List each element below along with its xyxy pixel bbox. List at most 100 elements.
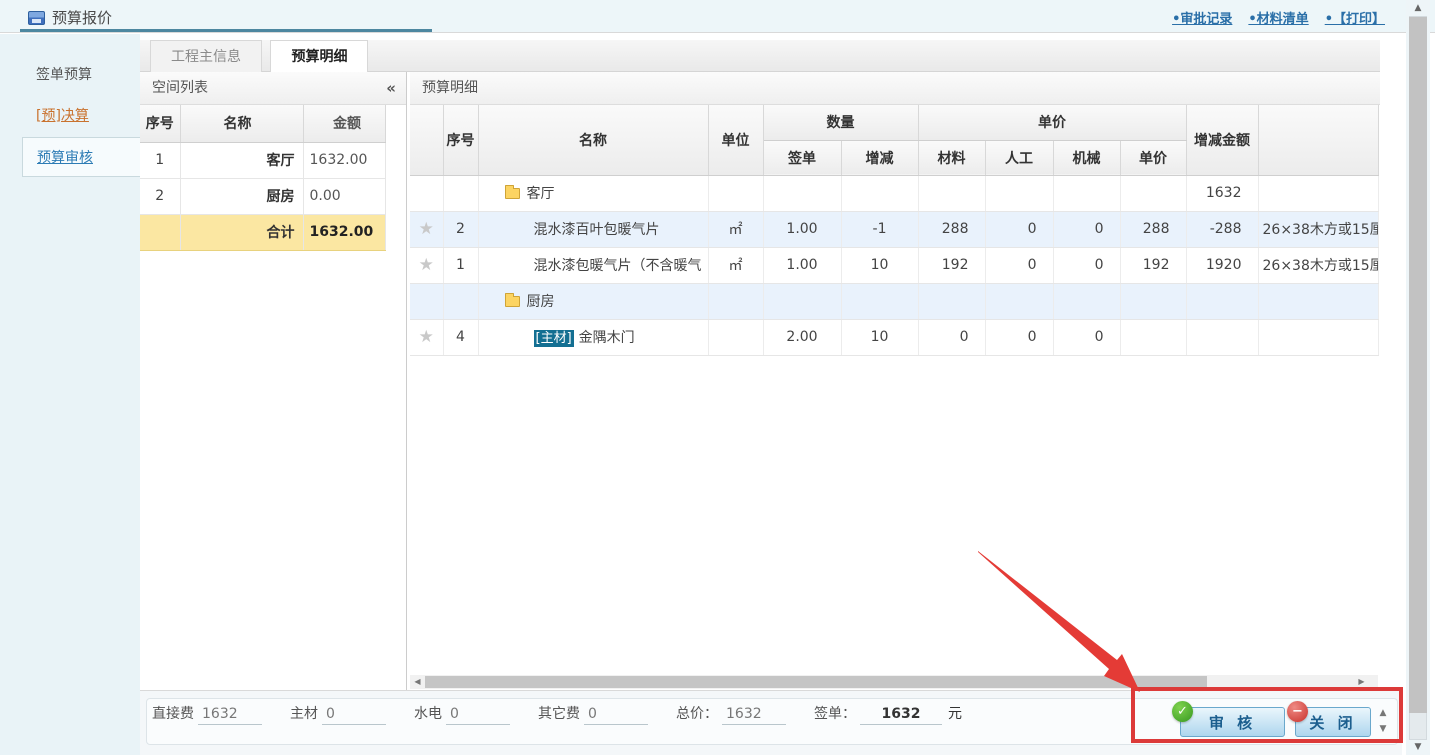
audit-button[interactable]: 审 核 [1180, 707, 1285, 737]
scroll-left-arrow[interactable]: ◀ [411, 675, 424, 689]
cell-material: 192 [918, 247, 985, 283]
direct-fee-label: 直接费 [152, 703, 194, 725]
signed-label: 签单： [814, 703, 856, 725]
water-electric-field[interactable]: 0 [446, 706, 510, 725]
sidebar-item-budget-audit-label: 预算审核 [37, 147, 93, 167]
space-list-header: 空间列表 « [140, 72, 406, 105]
approval-record-link[interactable]: •审批记录 [1172, 8, 1232, 27]
detail-header-row-1: 序号 名称 单位 数量 单价 增减金额 [410, 105, 1378, 140]
cell-unit: ㎡ [708, 247, 763, 283]
scroll-right-arrow[interactable]: ▶ [1355, 675, 1368, 689]
space-row-amount: 0.00 [303, 178, 385, 214]
col-unit-price: 单价 [1120, 140, 1186, 175]
sidebar: 签单预算 [预]决算 预算审核 [0, 34, 140, 755]
cell-adj-amount: -288 [1186, 211, 1258, 247]
cell-qty-adj: 10 [841, 319, 918, 355]
col-qty-sign: 签单 [763, 140, 841, 175]
star-icon[interactable]: ★ [419, 327, 434, 347]
cell-seq [443, 283, 478, 319]
cell-labor: 0 [985, 211, 1053, 247]
vertical-scrollbar[interactable]: ▲ ▼ [1406, 0, 1430, 755]
page-title: 预算报价 [28, 7, 112, 28]
cell-note: 26×38木方或15厘木 [1258, 247, 1378, 283]
col-note [1258, 105, 1378, 175]
folder-icon [505, 296, 520, 307]
cell-star [410, 283, 443, 319]
cell-unit-price: 192 [1120, 247, 1186, 283]
cell-seq [443, 175, 478, 211]
space-row-seq: 2 [140, 178, 180, 214]
tab-budget-detail[interactable]: 预算明细 [270, 40, 368, 72]
main-material-badge: [主材] [534, 330, 574, 347]
main-material-label: 主材 [290, 703, 318, 725]
detail-group-row[interactable]: 客厅 1632 [410, 175, 1378, 211]
cell-seq: 1 [443, 247, 478, 283]
space-total-label: 合计 [180, 214, 303, 250]
horizontal-scrollbar-thumb[interactable] [425, 676, 1207, 688]
col-seq: 序号 [443, 105, 478, 175]
signed-field[interactable]: 1632 [860, 706, 942, 725]
star-icon[interactable]: ★ [419, 255, 434, 275]
spinner-up-icon[interactable]: ▲ [1376, 705, 1390, 721]
budget-detail-title: 预算明细 [422, 80, 478, 96]
space-row[interactable]: 2 厨房 0.00 [140, 178, 385, 214]
scroll-down-arrow[interactable]: ▼ [1406, 740, 1430, 754]
cell-unit: ㎡ [708, 211, 763, 247]
cell-labor: 0 [985, 319, 1053, 355]
cell-seq: 2 [443, 211, 478, 247]
top-links: •审批记录 •材料清单 •【打印】 [1172, 8, 1385, 27]
cell-item-name: [主材]金隅木门 [478, 319, 708, 355]
footer-bar: 直接费 1632 主材 0 水电 0 其它费 0 总价： 1632 签单： 16… [140, 690, 1402, 755]
sidebar-item-signed-budget[interactable]: 签单预算 [36, 55, 140, 96]
cell-star: ★ [410, 319, 443, 355]
cell-adj-amount: 1920 [1186, 247, 1258, 283]
space-row-name: 客厅 [180, 142, 303, 178]
cell-seq: 4 [443, 319, 478, 355]
detail-item-row[interactable]: ★ 1 混水漆包暖气片（不含暖气 ㎡ 1.00 10 192 0 0 192 1… [410, 247, 1378, 283]
vertical-scrollbar-thumb[interactable] [1409, 17, 1427, 713]
other-fee-field[interactable]: 0 [584, 706, 648, 725]
yuan-suffix: 元 [948, 703, 962, 725]
col-name: 名称 [180, 105, 303, 142]
space-row-name: 厨房 [180, 178, 303, 214]
col-material: 材料 [918, 140, 985, 175]
folder-icon [505, 188, 520, 199]
cell-machine: 0 [1053, 319, 1120, 355]
main-material-field[interactable]: 0 [322, 706, 386, 725]
print-link[interactable]: •【打印】 [1325, 8, 1385, 27]
collapse-icon[interactable]: « [386, 72, 396, 105]
col-group-price: 单价 [918, 105, 1186, 140]
col-group-qty: 数量 [763, 105, 918, 140]
cell-group-name: 客厅 [478, 175, 708, 211]
title-underline [20, 29, 432, 32]
detail-item-row[interactable]: ★ 4 [主材]金隅木门 2.00 10 0 0 0 [410, 319, 1378, 355]
scroll-up-arrow[interactable]: ▲ [1406, 1, 1430, 15]
check-circle-icon: ✓ [1172, 701, 1193, 722]
space-table: 序号 名称 金额 1 客厅 1632.00 2 厨房 0.00 [140, 105, 386, 251]
total-price-field[interactable]: 1632 [722, 706, 786, 725]
cell-star: ★ [410, 247, 443, 283]
detail-group-row[interactable]: 厨房 [410, 283, 1378, 319]
cell-group-name: 厨房 [478, 283, 708, 319]
tab-project-info[interactable]: 工程主信息 [150, 40, 262, 72]
budget-detail-header: 预算明细 [410, 72, 1380, 105]
col-star [410, 105, 443, 175]
col-seq: 序号 [140, 105, 180, 142]
sidebar-item-budget-audit[interactable]: 预算审核 [22, 137, 140, 177]
col-unit: 单位 [708, 105, 763, 175]
star-icon[interactable]: ★ [419, 219, 434, 239]
cell-machine: 0 [1053, 247, 1120, 283]
space-total-row: 合计 1632.00 [140, 214, 385, 250]
space-table-header-row: 序号 名称 金额 [140, 105, 385, 142]
space-list-title: 空间列表 [152, 80, 208, 96]
sidebar-item-pre-settlement[interactable]: [预]决算 [36, 96, 140, 137]
space-row[interactable]: 1 客厅 1632.00 [140, 142, 385, 178]
detail-item-row[interactable]: ★ 2 混水漆百叶包暖气片 ㎡ 1.00 -1 288 0 0 288 -288… [410, 211, 1378, 247]
page-title-text: 预算报价 [52, 7, 112, 28]
col-amount: 金额 [303, 105, 385, 142]
cell-labor: 0 [985, 247, 1053, 283]
spinner-down-icon[interactable]: ▼ [1376, 721, 1390, 737]
horizontal-scrollbar[interactable]: ◀ ▶ [410, 675, 1378, 689]
direct-fee-field[interactable]: 1632 [198, 706, 262, 725]
material-list-link[interactable]: •材料清单 [1248, 8, 1308, 27]
